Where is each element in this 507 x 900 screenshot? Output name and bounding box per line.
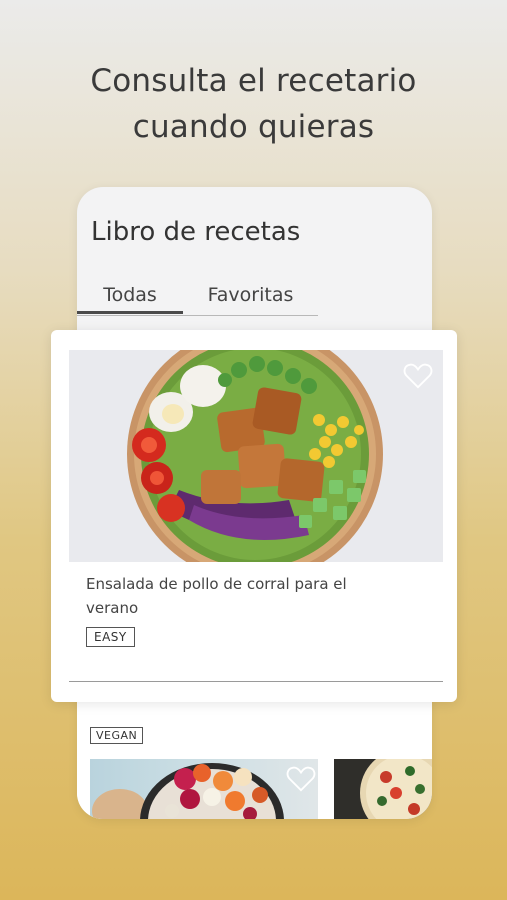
headline-line-2: cuando quieras [132, 109, 375, 145]
tab-all[interactable]: Todas [77, 281, 183, 314]
headline-line-1: Consulta el recetario [90, 63, 417, 99]
difficulty-badge: EASY [86, 627, 135, 647]
pizza-image [334, 759, 432, 819]
promo-headline: Consulta el recetario cuando quieras [0, 58, 507, 150]
recipe-thumbnail-fruit-bowl[interactable] [90, 759, 318, 819]
featured-recipe-card[interactable]: Ensalada de pollo de corral para el vera… [51, 330, 457, 702]
heart-outline-icon[interactable] [403, 362, 433, 390]
recipe-thumbnail-pizza[interactable] [334, 759, 432, 819]
heart-outline-icon[interactable] [286, 765, 316, 793]
vegan-badge: VEGAN [90, 727, 144, 744]
recipe-photo [69, 350, 443, 562]
tab-favorites[interactable]: Favoritas [183, 281, 318, 313]
tab-bar: Todas Favoritas [77, 281, 318, 316]
salad-bowl-image [69, 350, 443, 562]
divider [69, 681, 443, 682]
recipe-title: Ensalada de pollo de corral para el vera… [86, 575, 347, 617]
fruit-bowl-image [92, 763, 284, 819]
page-title: Libro de recetas [91, 217, 301, 247]
